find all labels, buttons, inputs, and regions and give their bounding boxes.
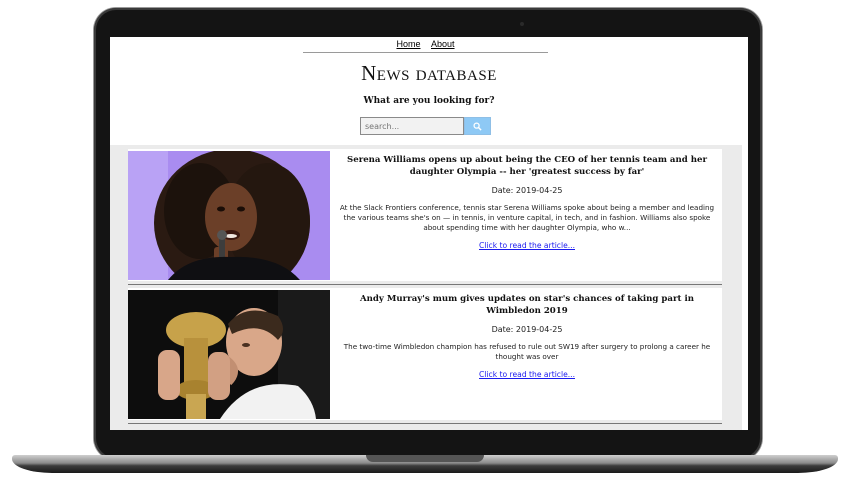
article-date: Date: 2019-04-25	[491, 325, 563, 334]
article-image	[128, 290, 330, 419]
article-body: Serena Williams opens up about being the…	[334, 149, 720, 252]
camera-icon	[520, 22, 524, 26]
article-summary: At the Slack Frontiers conference, tenni…	[339, 203, 715, 232]
search-button[interactable]	[464, 117, 491, 135]
article-body: Andy Murray's mum gives updates on star'…	[334, 288, 720, 381]
read-article-link[interactable]: Click to read the article...	[479, 241, 575, 250]
article-title: Serena Williams opens up about being the…	[347, 155, 707, 177]
article-divider	[128, 284, 722, 285]
search-input[interactable]	[360, 117, 464, 135]
article-list: Serena Williams opens up about being the…	[110, 145, 742, 430]
article-divider	[128, 423, 722, 424]
search-icon	[473, 121, 482, 131]
article-title: Andy Murray's mum gives updates on star'…	[359, 294, 694, 316]
laptop-notch	[366, 455, 484, 462]
nav-home-link[interactable]: Home	[396, 39, 420, 49]
article-date: Date: 2019-04-25	[491, 186, 563, 195]
article-card: Andy Murray's mum gives updates on star'…	[128, 288, 722, 420]
article-card: Serena Williams opens up about being the…	[128, 149, 722, 281]
search-prompt: What are you looking for?	[363, 96, 495, 106]
site-title: News database	[361, 61, 497, 85]
browser-screen: Home About News database What are you lo…	[110, 37, 748, 430]
nav-about-link[interactable]: About	[431, 39, 455, 49]
search-bar	[360, 117, 492, 137]
article-summary: The two-time Wimbledon champion has refu…	[343, 342, 711, 361]
read-article-link[interactable]: Click to read the article...	[479, 370, 575, 379]
top-nav: Home About	[303, 37, 548, 53]
article-image	[128, 151, 330, 280]
